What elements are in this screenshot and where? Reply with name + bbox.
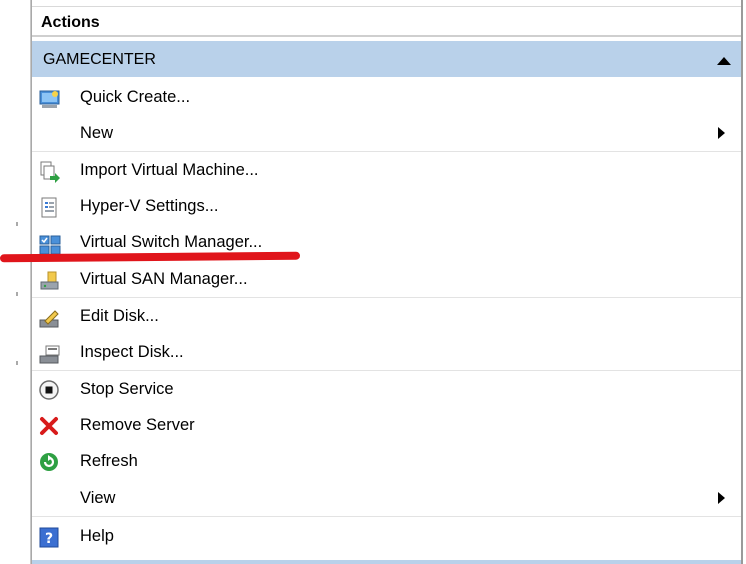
svg-text:?: ? [45,531,53,547]
action-label: Hyper-V Settings... [80,197,219,215]
action-label: Virtual SAN Manager... [80,270,248,288]
pane-title: Actions [32,7,741,37]
gutter-mark [16,292,18,296]
gutter-mark [16,222,18,226]
bottom-strip [32,560,741,564]
action-label: Help [80,527,114,545]
action-label: Quick Create... [80,88,191,106]
action-import-vm[interactable]: Import Virtual Machine... [32,152,741,188]
action-hyperv-settings[interactable]: Hyper-V Settings... [32,188,741,224]
help-icon: ? [39,526,59,548]
submenu-arrow-icon [718,492,725,504]
action-label: Refresh [80,452,138,470]
red-x-icon [39,415,59,435]
action-label: Remove Server [80,416,195,434]
stop-icon [39,379,59,400]
action-label: Edit Disk... [80,307,159,325]
submenu-arrow-icon [718,127,725,139]
pane-top-border [32,0,741,7]
san-manager-icon [39,269,59,290]
action-label: Inspect Disk... [80,343,184,361]
section-label: GAMECENTER [43,51,156,68]
action-help[interactable]: ? Help [32,518,741,554]
section-header-gamecenter[interactable]: GAMECENTER [32,41,741,77]
refresh-icon [39,451,59,471]
actions-pane: Actions GAMECENTER Quick Create... New I… [31,0,743,564]
edit-disk-icon [39,306,59,328]
action-label: New [80,124,114,142]
action-stop-service[interactable]: Stop Service [32,371,741,407]
collapse-arrow-icon[interactable] [717,57,731,65]
quick-create-icon [39,87,60,108]
switch-grid-icon [39,232,61,255]
action-remove-server[interactable]: Remove Server [32,407,741,443]
action-view[interactable]: View [32,480,741,517]
action-quick-create[interactable]: Quick Create... [32,79,741,115]
action-new[interactable]: New [32,115,741,152]
gutter-mark [16,361,18,365]
settings-document-icon [39,196,59,218]
action-label: Stop Service [80,380,174,398]
action-edit-disk[interactable]: Edit Disk... [32,298,741,334]
action-label: Import Virtual Machine... [80,161,259,179]
inspect-disk-icon [39,342,60,364]
action-refresh[interactable]: Refresh [32,443,741,479]
action-label: View [80,489,116,507]
action-inspect-disk[interactable]: Inspect Disk... [32,334,741,371]
import-vm-icon [39,160,60,183]
action-virtual-san-manager[interactable]: Virtual SAN Manager... [32,261,741,298]
left-gutter [0,0,31,564]
